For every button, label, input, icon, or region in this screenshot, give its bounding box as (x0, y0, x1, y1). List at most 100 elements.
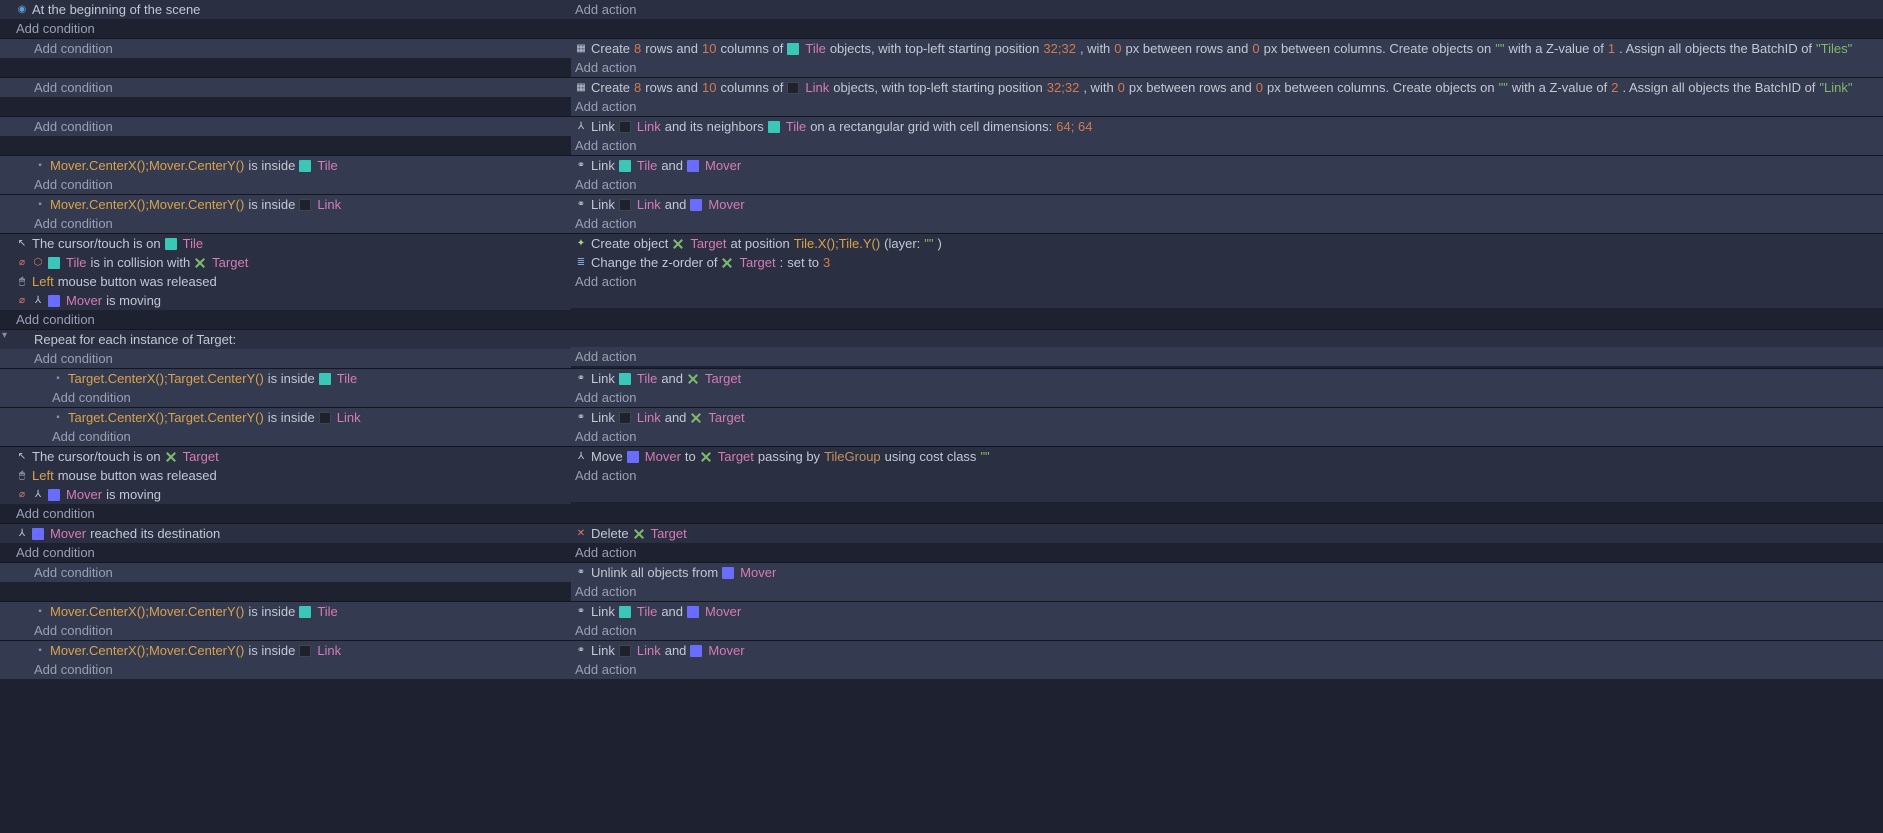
add-condition[interactable]: Add condition (0, 543, 571, 562)
add-condition[interactable]: Add condition (0, 660, 571, 679)
mover-chip-icon (627, 451, 639, 463)
action-create-tile-grid[interactable]: ▦ Create 8 rows and 10 columns of Tile o… (571, 39, 1883, 58)
add-condition[interactable]: Add condition (0, 427, 571, 446)
not-icon: ⌀ (16, 489, 28, 501)
add-action[interactable]: Add action (571, 214, 1883, 233)
action-unlink-mover[interactable]: ⚭ Unlink all objects from Mover (571, 563, 1883, 582)
delete-icon: ✕ (575, 528, 587, 540)
add-action[interactable]: Add action (571, 466, 1883, 485)
action-link-link-mover[interactable]: ⚭ Link Link and Mover (571, 641, 1883, 660)
condition-mover-moving[interactable]: ⌀ ⅄ Mover is moving (0, 485, 571, 504)
point-icon: ▪ (52, 373, 64, 385)
add-action[interactable]: Add action (571, 660, 1883, 679)
mover-chip-icon (722, 567, 734, 579)
condition-left-released[interactable]: 🖱 Left mouse button was released (0, 272, 571, 291)
add-action[interactable]: Add action (571, 347, 1883, 366)
add-action[interactable]: Add action (571, 543, 1883, 562)
cursor-icon: ↖ (16, 238, 28, 250)
target-chip-icon (690, 412, 702, 424)
link-chip-icon (299, 199, 311, 211)
grid-icon: ▦ (575, 82, 587, 94)
link-chip-icon (619, 199, 631, 211)
add-condition[interactable]: Add condition (0, 19, 571, 38)
scene-icon: ◉ (16, 4, 28, 16)
add-action[interactable]: Add action (571, 272, 1883, 291)
not-icon: ⌀ (16, 257, 28, 269)
condition-target-inside-tile[interactable]: ▪ Target.CenterX();Target.CenterY() is i… (0, 369, 571, 388)
point-icon: ▪ (34, 645, 46, 657)
action-create-link-grid[interactable]: ▦ Create 8 rows and 10 columns of Link o… (571, 78, 1883, 97)
condition-collision[interactable]: ⌀ ⬡ Tile is in collision with Target (0, 253, 571, 272)
action-link-neighbors[interactable]: ⅄ Link Link and its neighbors Tile on a … (571, 117, 1883, 136)
add-condition[interactable]: Add condition (0, 39, 571, 58)
create-icon: ✦ (575, 238, 587, 250)
add-action[interactable]: Add action (571, 388, 1883, 407)
action-link-tile-mover[interactable]: ⚭ Link Tile and Mover (571, 602, 1883, 621)
condition-target-inside-link[interactable]: ▪ Target.CenterX();Target.CenterY() is i… (0, 408, 571, 427)
add-condition[interactable]: Add condition (0, 117, 571, 136)
action-move-mover[interactable]: ⅄ Move Mover to Target passing by TileGr… (571, 447, 1883, 466)
tile-chip-icon (619, 606, 631, 618)
action-link-tile-target[interactable]: ⚭ Link Tile and Target (571, 369, 1883, 388)
mouse-icon: 🖱 (16, 470, 28, 482)
condition-scene-begin[interactable]: ◉ At the beginning of the scene (0, 0, 571, 19)
repeat-target-header[interactable]: Repeat for each instance of Target: (0, 330, 571, 349)
add-action[interactable]: Add action (571, 136, 1883, 155)
link-icon: ⚭ (575, 645, 587, 657)
condition-mover-moving[interactable]: ⌀ ⅄ Mover is moving (0, 291, 571, 310)
add-action[interactable]: Add action (571, 427, 1883, 446)
add-condition[interactable]: Add condition (0, 388, 571, 407)
add-action[interactable]: Add action (571, 58, 1883, 77)
link-chip-icon (619, 121, 631, 133)
condition-mover-inside-tile[interactable]: ▪ Mover.CenterX();Mover.CenterY() is ins… (0, 156, 571, 175)
add-condition[interactable]: Add condition (0, 175, 571, 194)
tile-chip-icon (768, 121, 780, 133)
mouse-icon: 🖱 (16, 276, 28, 288)
condition-cursor-on-tile[interactable]: ↖ The cursor/touch is on Tile (0, 234, 571, 253)
add-condition[interactable]: Add condition (0, 310, 571, 329)
zorder-icon: ≣ (575, 257, 587, 269)
link-chip-icon (319, 412, 331, 424)
add-condition[interactable]: Add condition (0, 563, 571, 582)
condition-mover-inside-tile[interactable]: ▪ Mover.CenterX();Mover.CenterY() is ins… (0, 602, 571, 621)
mover-chip-icon (48, 489, 60, 501)
target-chip-icon (700, 451, 712, 463)
add-condition[interactable]: Add condition (0, 349, 571, 368)
add-condition[interactable]: Add condition (0, 621, 571, 640)
action-delete-target[interactable]: ✕ Delete Target (571, 524, 1883, 543)
action-spacer (571, 291, 1883, 308)
condition-text: At the beginning of the scene (32, 1, 200, 18)
tile-chip-icon (299, 606, 311, 618)
action-create-target[interactable]: ✦ Create object Target at position Tile.… (571, 234, 1883, 253)
add-condition[interactable]: Add condition (0, 214, 571, 233)
mover-chip-icon (687, 606, 699, 618)
tile-chip-icon (619, 373, 631, 385)
action-spacer (571, 308, 1883, 325)
add-action[interactable]: Add action (571, 175, 1883, 194)
action-zorder-target[interactable]: ≣ Change the z-order of Target: set to 3 (571, 253, 1883, 272)
add-action[interactable]: Add action (571, 621, 1883, 640)
link-icon: ⚭ (575, 567, 587, 579)
add-condition[interactable]: Add condition (0, 504, 571, 523)
add-action[interactable]: Add action (571, 0, 1883, 19)
action-link-tile-mover[interactable]: ⚭ Link Tile and Mover (571, 156, 1883, 175)
link-icon: ⚭ (575, 199, 587, 211)
add-action[interactable]: Add action (571, 97, 1883, 116)
collapse-toggle[interactable]: ▾ (2, 330, 7, 341)
condition-mover-reached[interactable]: ⅄ Mover reached its destination (0, 524, 571, 543)
condition-mover-inside-link[interactable]: ▪ Mover.CenterX();Mover.CenterY() is ins… (0, 641, 571, 660)
add-condition[interactable]: Add condition (0, 78, 571, 97)
add-action[interactable]: Add action (571, 582, 1883, 601)
link-chip-icon (619, 412, 631, 424)
target-chip-icon (165, 451, 177, 463)
action-link-link-mover[interactable]: ⚭ Link Link and Mover (571, 195, 1883, 214)
condition-cursor-on-target[interactable]: ↖ The cursor/touch is on Target (0, 447, 571, 466)
condition-left-released[interactable]: 🖱 Left mouse button was released (0, 466, 571, 485)
target-chip-icon (672, 238, 684, 250)
grid-icon: ▦ (575, 43, 587, 55)
action-spacer (571, 485, 1883, 502)
mover-chip-icon (48, 295, 60, 307)
condition-mover-inside-link[interactable]: ▪ Mover.CenterX();Mover.CenterY() is ins… (0, 195, 571, 214)
tile-chip-icon (299, 160, 311, 172)
action-link-link-target[interactable]: ⚭ Link Link and Target (571, 408, 1883, 427)
